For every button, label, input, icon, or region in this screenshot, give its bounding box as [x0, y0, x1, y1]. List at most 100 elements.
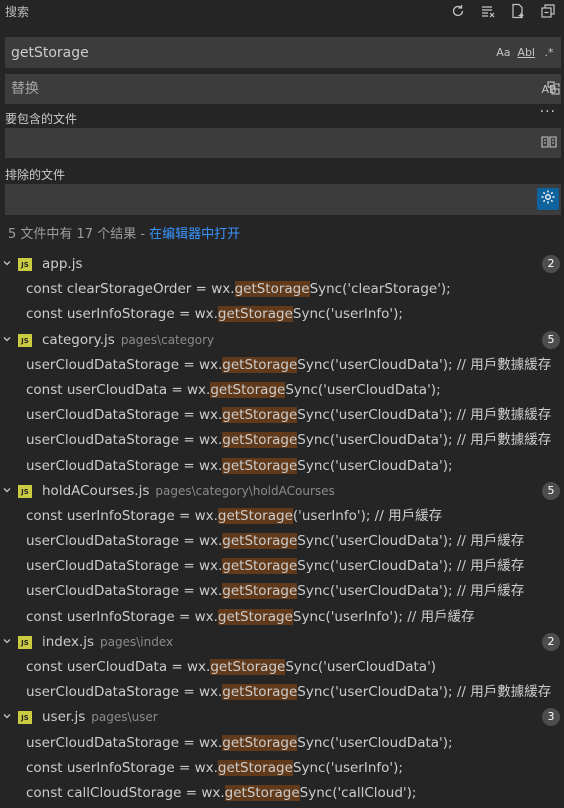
match-highlight: getStorage: [222, 583, 298, 600]
match-prefix: const userInfoStorage = wx.: [26, 306, 218, 323]
match-suffix: Sync('userCloudData'); // 用戶數據緩存: [297, 684, 552, 701]
match-suffix: Sync('userCloudData'); // 用戶緩存: [297, 558, 525, 575]
include-label: 要包含的文件: [5, 112, 78, 126]
javascript-file-icon: JS: [18, 711, 32, 725]
match-prefix: const userInfoStorage = wx.: [26, 759, 218, 776]
regex-toggle[interactable]: .*: [541, 46, 557, 59]
match-suffix: Sync('userCloudData'); // 用戶數據緩存: [297, 407, 552, 424]
collapse-all-icon[interactable]: [538, 1, 558, 21]
match-line[interactable]: const userCloudData = wx.getStorageSync(…: [0, 378, 564, 403]
match-highlight: getStorage: [222, 457, 298, 474]
match-count-badge: 3: [542, 708, 560, 727]
match-prefix: userCloudDataStorage = wx.: [26, 583, 223, 600]
match-suffix: Sync('userCloudData'); // 用戶數據緩存: [297, 356, 552, 373]
use-exclude-settings-button[interactable]: [537, 188, 559, 210]
match-count-badge: 2: [542, 255, 560, 273]
file-path: pages\category: [120, 332, 215, 347]
chevron-down-icon[interactable]: [2, 479, 14, 504]
match-line[interactable]: userCloudDataStorage = wx.getStorageSync…: [0, 529, 564, 554]
whole-word-toggle[interactable]: Abl: [517, 46, 535, 59]
open-editors-only-icon[interactable]: [541, 135, 557, 152]
match-highlight: getStorage: [217, 608, 293, 625]
match-line[interactable]: userCloudDataStorage = wx.getStorageSync…: [0, 731, 564, 756]
more-options-icon[interactable]: ···: [540, 104, 556, 120]
result-file-row[interactable]: JS user.js pages\user 3: [0, 705, 564, 730]
search-input[interactable]: [11, 37, 471, 68]
match-line[interactable]: userCloudDataStorage = wx.getStorageSync…: [0, 353, 564, 378]
match-line[interactable]: const callCloudStorage = wx.getStorageSy…: [0, 781, 564, 806]
replace-field: AB: [5, 74, 561, 104]
match-line[interactable]: userCloudDataStorage = wx.getStorageSync…: [0, 454, 564, 479]
new-search-editor-icon[interactable]: [508, 1, 528, 21]
file-path: pages\category\holdACourses: [155, 483, 335, 498]
match-suffix: Sync('userCloudData'); // 用戶緩存: [297, 533, 525, 550]
result-file-row[interactable]: JS app.js 2: [0, 252, 564, 277]
file-name: category.js: [42, 331, 115, 348]
include-input[interactable]: [11, 128, 471, 158]
file-name: app.js: [42, 256, 83, 272]
match-line[interactable]: userCloudDataStorage = wx.getStorageSync…: [0, 554, 564, 579]
replace-all-icon[interactable]: [546, 80, 562, 100]
header-actions: [448, 1, 558, 21]
refresh-icon[interactable]: [448, 1, 468, 21]
match-line[interactable]: const userInfoStorage = wx.getStorageSyn…: [0, 605, 564, 630]
replace-input[interactable]: [11, 74, 471, 104]
match-suffix: Sync('userInfo');: [292, 306, 403, 323]
match-prefix: userCloudDataStorage = wx.: [26, 533, 223, 550]
match-highlight: getStorage: [222, 407, 298, 424]
chevron-down-icon[interactable]: [2, 630, 14, 655]
match-line[interactable]: const userCloudData = wx.getStorageSync(…: [0, 655, 564, 680]
match-prefix: userCloudDataStorage = wx.: [26, 432, 223, 449]
match-count-badge: 5: [542, 330, 560, 349]
match-highlight: getStorage: [234, 281, 310, 298]
match-line[interactable]: userCloudDataStorage = wx.getStorageSync…: [0, 680, 564, 705]
match-suffix: Sync('callCloud');: [299, 784, 417, 801]
file-name: user.js: [42, 709, 86, 726]
match-highlight: getStorage: [222, 734, 298, 751]
match-line[interactable]: userCloudDataStorage = wx.getStorageSync…: [0, 403, 564, 428]
match-line[interactable]: userCloudDataStorage = wx.getStorageSync…: [0, 428, 564, 453]
match-prefix: userCloudDataStorage = wx.: [26, 684, 223, 701]
match-highlight: getStorage: [222, 533, 298, 550]
match-line[interactable]: const clearStorageOrder = wx.getStorageS…: [0, 277, 564, 302]
match-prefix: const userInfoStorage = wx.: [26, 507, 218, 524]
match-suffix: Sync('userCloudData');: [285, 381, 441, 398]
file-name: holdACourses.js: [42, 482, 150, 499]
match-line[interactable]: userCloudDataStorage = wx.getStorageSync…: [0, 579, 564, 604]
result-file-row[interactable]: JS index.js pages\index 2: [0, 630, 564, 655]
clear-results-icon[interactable]: [478, 1, 498, 21]
search-options: Aa Abl .*: [495, 37, 557, 68]
javascript-file-icon: JS: [18, 635, 32, 649]
match-prefix: userCloudDataStorage = wx.: [26, 407, 223, 424]
open-in-editor-link[interactable]: 在编辑器中打开: [149, 227, 240, 242]
match-count-badge: 2: [542, 632, 560, 651]
match-line[interactable]: const userInfoStorage = wx.getStorage('u…: [0, 504, 564, 529]
include-options: [541, 128, 557, 158]
result-file-row[interactable]: JS holdACourses.js pages\category\holdACou…: [0, 479, 564, 504]
match-prefix: const userInfoStorage = wx.: [26, 608, 218, 625]
file-path: pages\user: [91, 710, 158, 725]
match-highlight: getStorage: [222, 356, 298, 373]
chevron-down-icon[interactable]: [2, 705, 14, 730]
javascript-file-icon: JS: [18, 484, 32, 498]
match-line[interactable]: const userInfoStorage = wx.getStorageSyn…: [0, 756, 564, 781]
match-prefix: const callCloudStorage = wx.: [26, 784, 225, 801]
exclude-label: 排除的文件: [5, 168, 66, 182]
match-case-toggle[interactable]: Aa: [495, 46, 511, 59]
exclude-field: [5, 184, 561, 215]
match-prefix: const userCloudData = wx.: [26, 381, 211, 398]
match-suffix: ('userInfo'); // 用戶緩存: [292, 507, 443, 524]
gear-icon: [540, 189, 556, 209]
javascript-file-icon: JS: [18, 258, 32, 271]
match-highlight: getStorage: [224, 784, 300, 801]
view-title: 搜索: [5, 5, 30, 19]
file-name: index.js: [42, 633, 95, 650]
match-line[interactable]: const userInfoStorage = wx.getStorageSyn…: [0, 302, 564, 327]
search-field: Aa Abl .*: [5, 37, 561, 68]
result-file-row[interactable]: JS category.js pages\category 5: [0, 328, 564, 353]
chevron-down-icon[interactable]: [2, 328, 14, 353]
match-highlight: getStorage: [217, 306, 293, 323]
match-prefix: const clearStorageOrder = wx.: [26, 281, 235, 298]
chevron-down-icon[interactable]: [2, 252, 14, 277]
exclude-input[interactable]: [11, 184, 471, 215]
